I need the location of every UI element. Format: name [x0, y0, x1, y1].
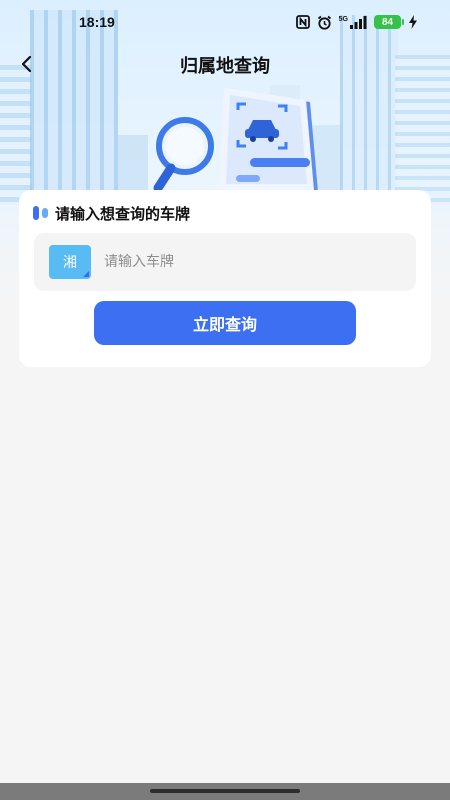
card-header: 请输入想查询的车牌: [33, 203, 190, 223]
system-gesture-bar: [0, 783, 450, 800]
page-title: 归属地查询: [180, 56, 270, 77]
section-marker-icon: [33, 206, 48, 220]
province-code: 湘: [63, 255, 77, 271]
skyline-building: [0, 65, 32, 205]
query-now-button[interactable]: 立即查询: [94, 301, 356, 345]
plate-input-row: 湘: [34, 233, 416, 291]
network-type-label: 5G: [338, 15, 348, 23]
status-bar: 18:19 5G 84: [0, 0, 450, 44]
province-selector[interactable]: 湘: [49, 245, 91, 279]
signal-icon: [350, 15, 367, 29]
plate-search-illustration-icon: [153, 88, 318, 193]
nfc-icon: [295, 15, 310, 29]
plate-number-input[interactable]: [104, 247, 394, 277]
status-icons: 5G 84: [295, 13, 418, 31]
alarm-icon: [317, 15, 331, 30]
card-title: 请输入想查询的车牌: [55, 204, 191, 223]
home-indicator[interactable]: [150, 789, 300, 793]
status-time: 18:19: [79, 14, 115, 30]
battery-icon: 84: [374, 15, 404, 29]
charging-icon: [409, 15, 417, 29]
dropdown-corner-icon: [83, 271, 89, 277]
plate-query-card: 请输入想查询的车牌 湘 立即查询: [19, 190, 431, 367]
